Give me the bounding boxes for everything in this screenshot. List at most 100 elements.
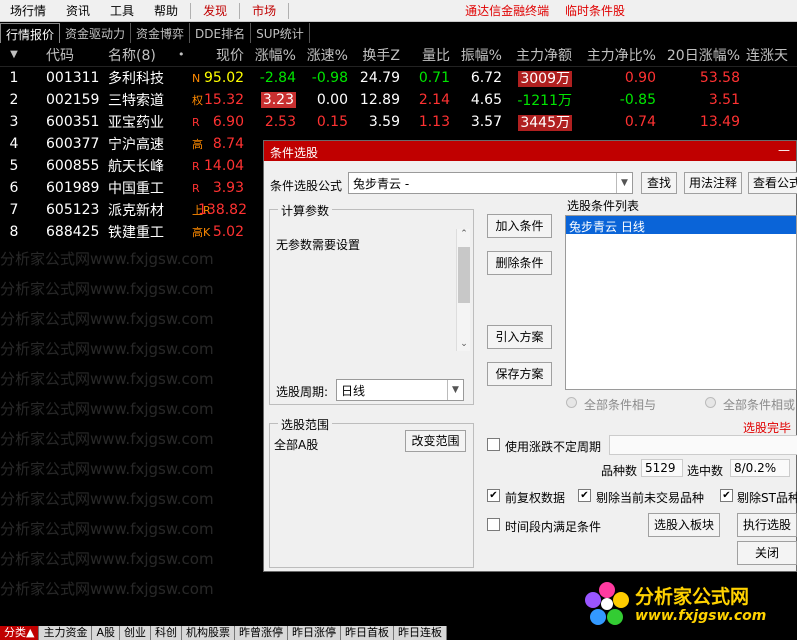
sort-arrow-icon[interactable]: ▼ bbox=[0, 49, 28, 60]
period-value: 日线 bbox=[341, 384, 366, 398]
search-button[interactable]: 查找 bbox=[641, 172, 677, 194]
category-tab[interactable]: A股 bbox=[92, 626, 120, 640]
scroll-up-icon[interactable]: ⌃ bbox=[457, 229, 471, 241]
menu-discover[interactable]: 发现 bbox=[193, 2, 237, 19]
menu-market[interactable]: 市场 bbox=[242, 2, 286, 19]
col-dot: • bbox=[178, 48, 185, 61]
watermark: 分析家公式网www.fxjgsw.com bbox=[0, 250, 214, 268]
count-label: 品种数 bbox=[601, 464, 638, 478]
row-amp: 6.72 bbox=[470, 70, 502, 86]
row-name: 中国重工 bbox=[108, 181, 164, 197]
tab-sup-stats[interactable]: SUP统计 bbox=[251, 23, 310, 43]
col-net[interactable]: 主力净额 bbox=[506, 45, 572, 65]
category-tab[interactable]: 昨曾涨停 bbox=[235, 626, 288, 640]
row-price: 8.74 bbox=[212, 136, 244, 152]
radio-and[interactable] bbox=[566, 397, 577, 408]
period-select[interactable]: 日线 ▼ bbox=[336, 379, 464, 401]
save-plan-button[interactable]: 保存方案 bbox=[487, 362, 552, 386]
col-code[interactable]: 代码 bbox=[46, 45, 102, 65]
row-chg: 2.53 bbox=[264, 114, 296, 130]
condition-list[interactable]: 兔步青云 日线 bbox=[565, 215, 797, 390]
list-item[interactable]: 兔步青云 日线 bbox=[566, 216, 796, 234]
col-up-days[interactable]: 连涨天 bbox=[746, 45, 796, 65]
category-tab[interactable]: 昨日连板 bbox=[394, 626, 447, 640]
category-tab[interactable]: 主力资金 bbox=[39, 626, 93, 640]
adjust-checkbox[interactable]: ✔ bbox=[487, 489, 500, 502]
col-speed[interactable]: 涨速% bbox=[302, 45, 348, 65]
tab-quotes[interactable]: 行情报价 bbox=[0, 23, 61, 43]
menu-help[interactable]: 帮助 bbox=[144, 2, 188, 19]
row-netp: 0.74 bbox=[624, 114, 656, 130]
formula-label: 条件选股公式 bbox=[270, 179, 343, 193]
row-flag: R bbox=[192, 115, 200, 129]
category-tab[interactable]: 分类▲ bbox=[0, 626, 40, 640]
table-row[interactable]: 1 001311 多利科技 N 95.02 -2.84 -0.98 24.79 … bbox=[0, 67, 797, 89]
delete-condition-button[interactable]: 删除条件 bbox=[487, 251, 552, 275]
row-net: -1211万 bbox=[517, 93, 572, 109]
logo-title: 分析家公式网 bbox=[635, 586, 750, 608]
execute-button[interactable]: 执行选股 bbox=[737, 513, 797, 537]
remove-st-checkbox[interactable]: ✔ bbox=[720, 489, 733, 502]
tab-fund-game[interactable]: 资金博弈 bbox=[131, 23, 191, 43]
radio-or[interactable] bbox=[705, 397, 716, 408]
col-price[interactable]: 现价 bbox=[204, 45, 244, 65]
scroll-down-icon[interactable]: ⌄ bbox=[457, 339, 471, 351]
site-logo: 分析家公式网 www.fxjgsw.com bbox=[583, 580, 787, 628]
remove-untraded-checkbox[interactable]: ✔ bbox=[578, 489, 591, 502]
row-vol-ratio: 0.71 bbox=[418, 70, 450, 86]
category-tab[interactable]: 昨日涨停 bbox=[288, 626, 341, 640]
category-tab[interactable]: 机构股票 bbox=[182, 626, 235, 640]
view-formula-button[interactable]: 查看公式 bbox=[748, 172, 797, 194]
interval-checkbox[interactable] bbox=[487, 518, 500, 531]
params-scrollbar[interactable]: ⌃ ⌄ bbox=[456, 229, 470, 351]
chevron-down-icon[interactable]: ▼ bbox=[616, 173, 632, 193]
formula-select[interactable]: 兔步青云 - ▼ bbox=[348, 172, 633, 194]
row-turnover: 3.59 bbox=[368, 114, 400, 130]
tab-dde-rank[interactable]: DDE排名 bbox=[190, 23, 252, 43]
promo-temp-stocks[interactable]: 临时条件股 bbox=[565, 4, 625, 18]
row-vol-ratio: 1.13 bbox=[418, 114, 450, 130]
col-chg[interactable]: 涨幅% bbox=[248, 45, 296, 65]
promo-area: 通达信金融终端 临时条件股 bbox=[465, 2, 797, 19]
category-tab[interactable]: 昨日首板 bbox=[341, 626, 394, 640]
menu-separator bbox=[190, 2, 192, 19]
menu-tools[interactable]: 工具 bbox=[100, 2, 144, 19]
row-net-value: 3445万 bbox=[518, 115, 572, 131]
radio-and-label: 全部条件相与 bbox=[584, 398, 657, 412]
col-d20[interactable]: 20日涨幅% bbox=[662, 45, 740, 65]
watermark: 分析家公式网www.fxjgsw.com bbox=[0, 580, 214, 598]
table-row[interactable]: 3 600351 亚宝药业 R 6.90 2.53 0.15 3.59 1.13… bbox=[0, 111, 797, 133]
usage-button[interactable]: 用法注释 bbox=[684, 172, 742, 194]
close-button[interactable]: 关闭 bbox=[737, 541, 797, 565]
table-row[interactable]: 2 002159 三特索道 权 15.32 3.23 0.00 12.89 2.… bbox=[0, 89, 797, 111]
add-condition-button[interactable]: 加入条件 bbox=[487, 214, 552, 238]
row-price: 14.04 bbox=[204, 158, 245, 174]
watermark: 分析家公式网www.fxjgsw.com bbox=[0, 430, 214, 448]
col-netp[interactable]: 主力净比% bbox=[578, 45, 656, 65]
import-plan-button[interactable]: 引入方案 bbox=[487, 325, 552, 349]
menu-quotes[interactable]: 场行情 bbox=[0, 2, 56, 19]
scroll-thumb[interactable] bbox=[458, 247, 470, 303]
list-title: 选股条件列表 bbox=[567, 199, 640, 213]
promo-terminal[interactable]: 通达信金融终端 bbox=[465, 4, 549, 18]
col-vol-ratio[interactable]: 量比 bbox=[404, 45, 450, 65]
unfixed-period-checkbox[interactable] bbox=[487, 438, 500, 451]
menu-news[interactable]: 资讯 bbox=[56, 2, 100, 19]
radio-or-label: 全部条件相或 bbox=[723, 398, 796, 412]
change-range-button[interactable]: 改变范围 bbox=[405, 430, 466, 452]
row-flag: R bbox=[192, 159, 200, 173]
col-amp[interactable]: 振幅% bbox=[456, 45, 502, 65]
category-tab[interactable]: 科创 bbox=[151, 626, 182, 640]
menu-separator bbox=[288, 2, 290, 19]
close-icon[interactable]: — bbox=[778, 143, 790, 157]
to-block-button[interactable]: 选股入板块 bbox=[648, 513, 720, 537]
unfixed-period-field[interactable] bbox=[609, 435, 797, 455]
dialog-titlebar[interactable]: 条件选股 — bbox=[264, 141, 796, 161]
category-tab[interactable]: 创业 bbox=[120, 626, 151, 640]
col-turnover[interactable]: 换手Z bbox=[354, 45, 400, 65]
row-net: 3445万 bbox=[506, 112, 572, 132]
logo-url: www.fxjgsw.com bbox=[635, 608, 767, 624]
row-index: 2 bbox=[9, 92, 19, 108]
chevron-down-icon[interactable]: ▼ bbox=[447, 380, 463, 400]
tab-fund-drive[interactable]: 资金驱动力 bbox=[60, 23, 132, 43]
